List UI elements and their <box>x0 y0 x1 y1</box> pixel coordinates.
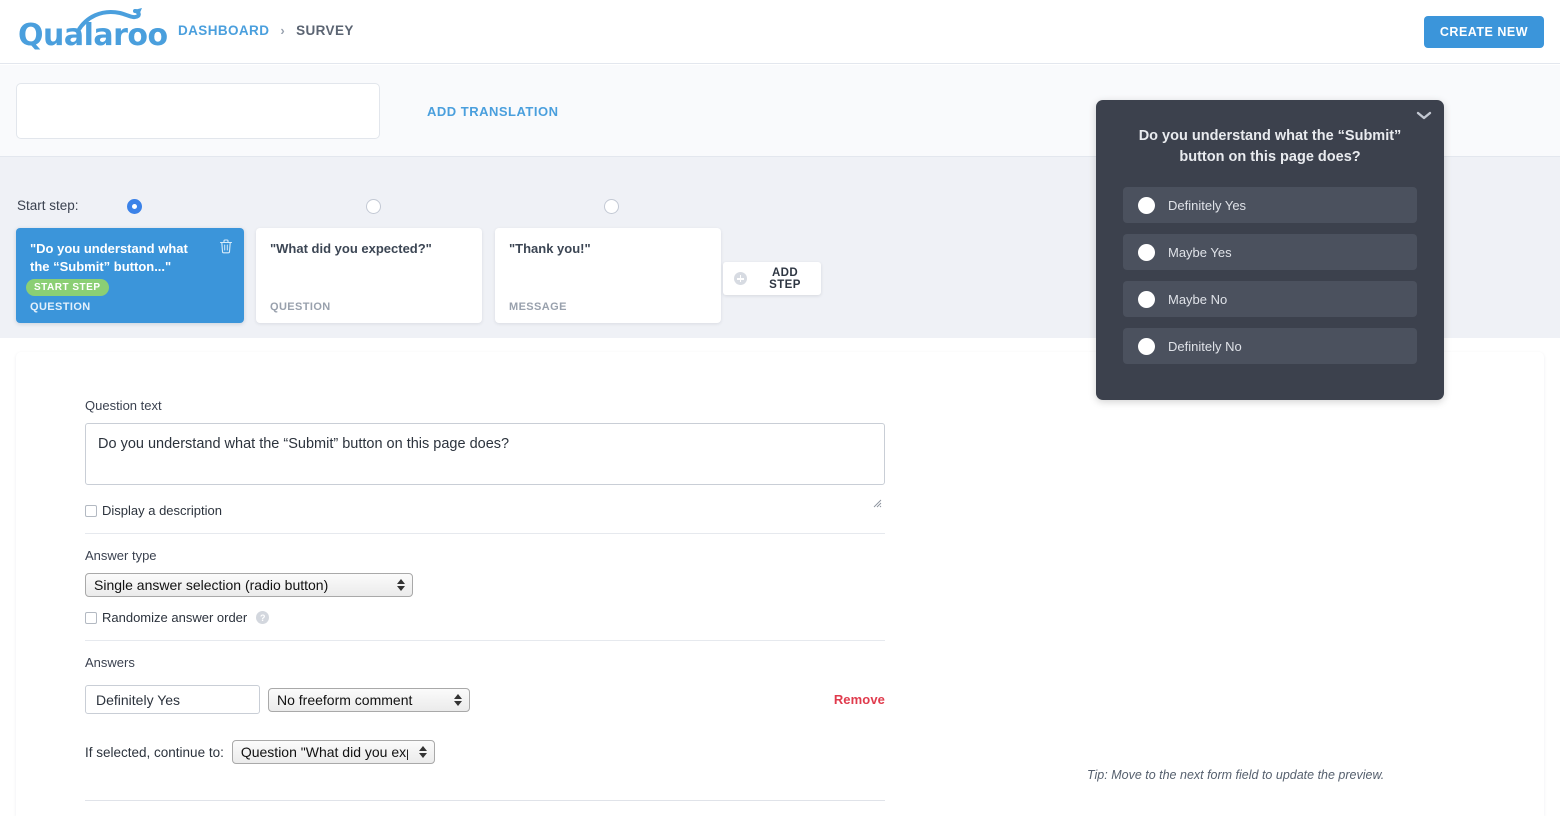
start-step-radio-2[interactable] <box>366 199 381 214</box>
add-step-button[interactable]: ADD STEP <box>723 262 821 295</box>
randomize-answer-checkbox[interactable] <box>85 611 97 624</box>
answer-comment-select-wrap: No freeform comment <box>268 687 470 712</box>
divider-answers <box>85 640 885 641</box>
preview-card: Do you understand what the “Submit” butt… <box>1096 100 1444 400</box>
add-translation-button[interactable]: ADD TRANSLATION <box>427 104 558 119</box>
step-card-1[interactable]: "Do you understand what the “Submit” but… <box>16 228 244 323</box>
add-step-label: ADD STEP <box>769 266 801 291</box>
question-text-input[interactable]: Do you understand what the “Submit” butt… <box>85 423 885 485</box>
step-card-2[interactable]: "What did you expected?" QUESTION <box>256 228 482 323</box>
continue-to-select[interactable]: Question "What did you expect <box>231 740 435 764</box>
preview-question: Do you understand what the “Submit” butt… <box>1138 128 1402 165</box>
display-description-checkbox[interactable] <box>85 504 97 517</box>
step-type: QUESTION <box>30 301 91 313</box>
help-icon[interactable]: ? <box>256 611 270 624</box>
breadcrumb: DASHBOARD › SURVEY <box>178 23 354 38</box>
remove-answer-button[interactable]: Remove <box>834 692 885 707</box>
preview-option-label: Maybe No <box>1168 291 1228 307</box>
preview-option-3[interactable]: Maybe No <box>1123 281 1417 317</box>
answer-type-label: Answer type <box>85 548 157 563</box>
start-step-radio-3[interactable] <box>604 199 619 214</box>
plus-circle-icon <box>734 272 747 285</box>
display-description-label: Display a description <box>102 503 222 518</box>
preview-tip: Tip: Move to the next form field to upda… <box>1087 768 1385 782</box>
continue-to-row: If selected, continue to: Question "What… <box>85 740 885 764</box>
question-form: Question text Do you understand what the… <box>85 398 885 764</box>
display-description-row[interactable]: Display a description <box>85 503 885 518</box>
answer-comment-select[interactable]: No freeform comment <box>268 687 470 712</box>
divider-answer-type <box>85 533 885 534</box>
delete-step-icon[interactable] <box>219 239 233 254</box>
question-text-label: Question text <box>85 398 162 413</box>
language-input[interactable] <box>16 83 380 139</box>
breadcrumb-survey: SURVEY <box>296 23 354 38</box>
preview-option-1[interactable]: Definitely Yes <box>1123 187 1417 223</box>
breadcrumb-dashboard[interactable]: DASHBOARD <box>178 23 269 38</box>
top-bar: Qualaroo DASHBOARD › SURVEY CREATE NEW <box>0 0 1560 64</box>
create-new-button[interactable]: CREATE NEW <box>1423 16 1544 48</box>
radio-dot-icon <box>1138 290 1155 308</box>
chevron-down-icon[interactable] <box>1416 110 1432 122</box>
radio-dot-icon <box>1138 337 1155 355</box>
qualaroo-logo[interactable]: Qualaroo <box>18 8 168 54</box>
step-type: MESSAGE <box>509 301 567 313</box>
preview-option-4[interactable]: Definitely No <box>1123 328 1417 364</box>
continue-to-select-wrap: Question "What did you expect <box>231 740 435 764</box>
answer-row: No freeform comment Remove <box>85 685 885 714</box>
answers-label: Answers <box>85 655 135 670</box>
answer-type-select-wrap: Single answer selection (radio button) <box>85 573 413 597</box>
preview-option-label: Definitely No <box>1168 338 1242 354</box>
step-card-3[interactable]: "Thank you!" MESSAGE <box>495 228 721 323</box>
answer-type-select[interactable]: Single answer selection (radio button) <box>85 573 413 597</box>
step-title: "Thank you!" <box>509 241 591 256</box>
randomize-answer-row[interactable]: Randomize answer order ? <box>85 610 885 625</box>
continue-to-label: If selected, continue to: <box>85 744 224 760</box>
answer-text-input[interactable] <box>85 685 260 714</box>
radio-dot-icon <box>1138 196 1155 214</box>
step-type: QUESTION <box>270 301 331 313</box>
start-step-badge: START STEP <box>26 279 110 296</box>
step-title: "Do you understand what the “Submit” but… <box>30 241 188 274</box>
start-step-radio-1[interactable] <box>127 199 142 214</box>
step-title: "What did you expected?" <box>270 241 432 256</box>
preview-option-2[interactable]: Maybe Yes <box>1123 234 1417 270</box>
preview-option-label: Maybe Yes <box>1168 244 1232 260</box>
radio-dot-icon <box>1138 243 1155 261</box>
divider-bottom <box>85 800 885 801</box>
kangaroo-swoosh-icon <box>76 8 142 33</box>
start-step-label: Start step: <box>17 198 79 213</box>
preview-option-label: Definitely Yes <box>1168 197 1247 213</box>
randomize-answer-label: Randomize answer order <box>102 610 248 625</box>
breadcrumb-separator-icon: › <box>280 23 286 38</box>
editor-panel: Question text Do you understand what the… <box>16 352 1544 816</box>
